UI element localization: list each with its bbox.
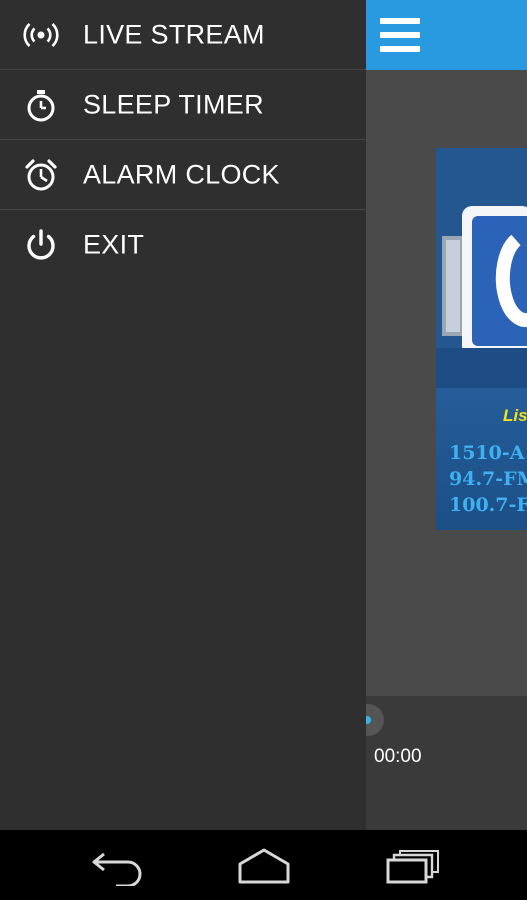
player-bar: 00:00 bbox=[352, 696, 527, 830]
stopwatch-icon bbox=[27, 89, 55, 121]
home-icon[interactable] bbox=[234, 846, 294, 886]
menu-item-label: EXIT bbox=[83, 229, 145, 259]
back-icon[interactable] bbox=[88, 846, 148, 886]
station-banner-image: Lis 1510-A 94.7-FM 100.7-F bbox=[436, 148, 527, 530]
app-toolbar bbox=[366, 0, 527, 70]
power-icon bbox=[27, 228, 55, 259]
menu-hamburger-icon[interactable] bbox=[380, 18, 420, 52]
card-listen-text: Lis bbox=[503, 406, 527, 425]
menu-item-exit[interactable]: EXIT bbox=[0, 210, 366, 279]
card-frequency-3: 100.7-F bbox=[449, 494, 527, 516]
menu-item-label: ALARM CLOCK bbox=[83, 159, 280, 189]
card-frequency-1: 1510-A bbox=[449, 442, 525, 464]
station-logo-art bbox=[436, 148, 527, 388]
navigation-drawer: LIVE STREAM SLEEP TIMER ALARM CLOCK EXIT bbox=[0, 0, 366, 830]
menu-item-sleep-timer[interactable]: SLEEP TIMER bbox=[0, 70, 366, 140]
menu-item-label: LIVE STREAM bbox=[83, 19, 265, 49]
system-navigation-bar bbox=[0, 830, 527, 900]
recent-apps-icon[interactable] bbox=[382, 846, 442, 886]
broadcast-icon bbox=[23, 22, 59, 47]
elapsed-time: 00:00 bbox=[374, 746, 422, 767]
menu-item-label: SLEEP TIMER bbox=[83, 89, 264, 119]
menu-item-alarm-clock[interactable]: ALARM CLOCK bbox=[0, 140, 366, 210]
alarm-clock-icon bbox=[25, 158, 57, 190]
card-frequency-2: 94.7-FM bbox=[449, 468, 527, 490]
menu-item-live-stream[interactable]: LIVE STREAM bbox=[0, 0, 366, 70]
